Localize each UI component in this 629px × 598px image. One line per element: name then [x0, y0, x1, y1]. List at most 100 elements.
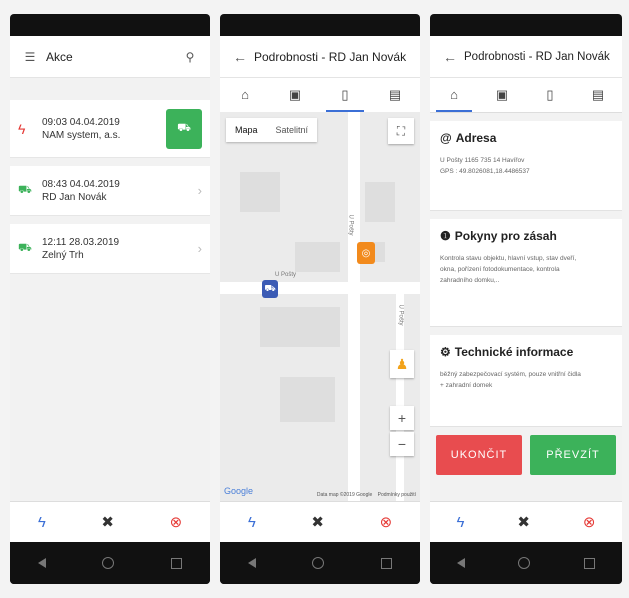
- fullscreen-button[interactable]: ⛶: [388, 118, 414, 144]
- tools-icon[interactable]: ✖: [517, 513, 530, 531]
- screen: ← Podrobnosti - RD Jan Novák ⌂ ▣ ▯ ▤ Map…: [220, 36, 420, 542]
- list-item-text: 08:43 04.04.2019 RD Jan Novák: [42, 178, 198, 204]
- home-icon[interactable]: [102, 557, 115, 569]
- tab-vehicle[interactable]: ▣: [270, 78, 320, 112]
- pegman-icon: ♟: [395, 355, 409, 372]
- technical-info-card: ⚙ Technické informace běžný zabezpečovací…: [430, 335, 622, 427]
- bottom-bar: ϟ ✖ ⊗: [10, 501, 210, 542]
- item-name: RD Jan Novák: [42, 191, 107, 203]
- bolt-icon[interactable]: ϟ: [38, 514, 46, 531]
- info-icon: ❶: [440, 229, 451, 243]
- tools-icon[interactable]: ✖: [101, 513, 114, 531]
- item-time: 08:43 04.04.2019: [42, 178, 120, 190]
- page-title: Podrobnosti - RD Jan Novák: [254, 49, 407, 64]
- google-logo: Google: [224, 486, 254, 496]
- bolt-icon[interactable]: ϟ: [456, 514, 464, 531]
- address-card: @ Adresa U Pošty 1165 735 14 Havířov GPS …: [430, 121, 622, 211]
- tools-icon[interactable]: ✖: [311, 513, 324, 531]
- recent-apps-icon[interactable]: [170, 557, 182, 569]
- chevron-right-icon: ›: [197, 183, 202, 198]
- back-icon[interactable]: [38, 558, 47, 568]
- map-data-credit: Data map ©2019 Google: [316, 492, 373, 498]
- tab-home[interactable]: ⌂: [430, 78, 478, 112]
- terms-link[interactable]: Podmínky použití: [378, 492, 416, 498]
- card-title-text: Pokyny pro zásah: [454, 229, 557, 243]
- app-bar: ☰ Akce ⚲: [10, 36, 210, 78]
- pegman-button[interactable]: ♟: [390, 350, 414, 378]
- app-bar: ← Podrobnosti - RD Jan Novák: [430, 36, 622, 78]
- tab-bar: ⌂ ▣ ▯ ▤: [430, 78, 622, 113]
- system-nav-bar: [10, 542, 210, 584]
- sos-icon[interactable]: ⊗: [380, 513, 393, 531]
- tech-line: + zahradní domek: [440, 382, 493, 389]
- tab-info[interactable]: ▤: [574, 78, 622, 112]
- tab-map[interactable]: ▯: [526, 78, 574, 112]
- map-type-map[interactable]: Mapa: [226, 118, 267, 142]
- item-name: Zelný Trh: [42, 249, 84, 261]
- location-pin[interactable]: ◎: [357, 242, 375, 264]
- card-title: ⚙ Technické informace: [440, 345, 612, 359]
- back-icon[interactable]: [456, 558, 465, 568]
- back-arrow-icon[interactable]: ←: [440, 49, 460, 65]
- road: [348, 112, 360, 502]
- take-over-button[interactable]: ⛟: [166, 108, 202, 149]
- home-icon[interactable]: [518, 557, 531, 569]
- instructions-card: ❶ Pokyny pro zásah Kontrola stavu objektu…: [430, 219, 622, 327]
- fullscreen-icon: ⛶: [396, 123, 406, 138]
- building: [280, 377, 335, 422]
- screen: ☰ Akce ⚲ ϟ 09:03 04.04.2019 NAM system, …: [10, 36, 210, 542]
- card-title: @ Adresa: [440, 131, 612, 145]
- list-item[interactable]: ⛟ 08:43 04.04.2019 RD Jan Novák ›: [10, 166, 210, 216]
- phone-details: ← Podrobnosti - RD Jan Novák ⌂ ▣ ▯ ▤ @ Ad…: [430, 14, 622, 584]
- building: [260, 307, 340, 347]
- vehicle-pin[interactable]: ⛟: [262, 280, 278, 298]
- zoom-out-button[interactable]: −: [390, 432, 414, 456]
- item-time: 09:03 04.04.2019: [42, 116, 120, 128]
- end-button[interactable]: UKONČIT: [436, 435, 522, 475]
- tab-home[interactable]: ⌂: [220, 78, 270, 112]
- tech-line: běžný zabezpečovací systém, pouze vnitřn…: [440, 371, 581, 378]
- bottom-bar: ϟ ✖ ⊗: [430, 501, 622, 542]
- action-buttons: UKONČIT PŘEVZÍT: [430, 435, 622, 475]
- list-item[interactable]: ⛟ 12:11 28.03.2019 Zelný Trh ›: [10, 224, 210, 274]
- take-over-button[interactable]: PŘEVZÍT: [530, 435, 616, 475]
- card-title: ❶ Pokyny pro zásah: [440, 229, 612, 243]
- zoom-in-button[interactable]: +: [390, 406, 414, 430]
- item-time: 12:11 28.03.2019: [42, 236, 120, 248]
- card-title-text: Adresa: [455, 131, 497, 145]
- back-icon[interactable]: [248, 558, 257, 568]
- instruction-line: Kontrola stavu objektu, hlavní vstup, st…: [440, 255, 577, 262]
- link-icon[interactable]: ⚲: [180, 50, 200, 64]
- sos-icon[interactable]: ⊗: [170, 513, 183, 531]
- tab-map[interactable]: ▯: [320, 78, 370, 112]
- address-line: U Pošty 1165 735 14 Havířov: [440, 157, 525, 164]
- chevron-right-icon: ›: [197, 241, 202, 256]
- minus-icon: −: [397, 436, 407, 452]
- card-body: běžný zabezpečovací systém, pouze vnitřn…: [440, 369, 612, 391]
- menu-icon[interactable]: ☰: [20, 50, 40, 64]
- tab-info[interactable]: ▤: [370, 78, 420, 112]
- app-bar: ← Podrobnosti - RD Jan Novák: [220, 36, 420, 78]
- list-item[interactable]: ϟ 09:03 04.04.2019 NAM system, a.s. ⛟: [10, 100, 210, 158]
- recent-apps-icon[interactable]: [380, 557, 392, 569]
- tab-vehicle[interactable]: ▣: [478, 78, 526, 112]
- street-label: U Pošty: [397, 304, 404, 326]
- bolt-icon: ϟ: [18, 120, 26, 137]
- bolt-icon[interactable]: ϟ: [248, 514, 256, 531]
- street-label: U Pošty: [275, 272, 297, 278]
- sos-icon[interactable]: ⊗: [583, 513, 596, 531]
- map-view[interactable]: Mapa Satelitní ⛶ U Pošty U Pošty U Pošty…: [220, 112, 420, 502]
- tab-bar: ⌂ ▣ ▯ ▤: [220, 78, 420, 113]
- item-name: NAM system, a.s.: [42, 129, 121, 141]
- list-item-text: 12:11 28.03.2019 Zelný Trh: [42, 236, 198, 262]
- instruction-line: zahradního domku,..: [440, 277, 500, 284]
- map-type-satellite[interactable]: Satelitní: [267, 118, 318, 142]
- home-icon[interactable]: [312, 557, 325, 569]
- back-arrow-icon[interactable]: ←: [230, 49, 250, 65]
- card-body: U Pošty 1165 735 14 Havířov GPS : 49.802…: [440, 155, 612, 177]
- car-icon: ⛟: [18, 183, 32, 196]
- map-attribution[interactable]: Data map ©2019 Google Podmínky použití: [317, 492, 416, 498]
- instruction-line: okna, pořízení fotodokumentace, kontrola: [440, 266, 560, 273]
- plus-icon: +: [397, 410, 407, 426]
- recent-apps-icon[interactable]: [584, 557, 596, 569]
